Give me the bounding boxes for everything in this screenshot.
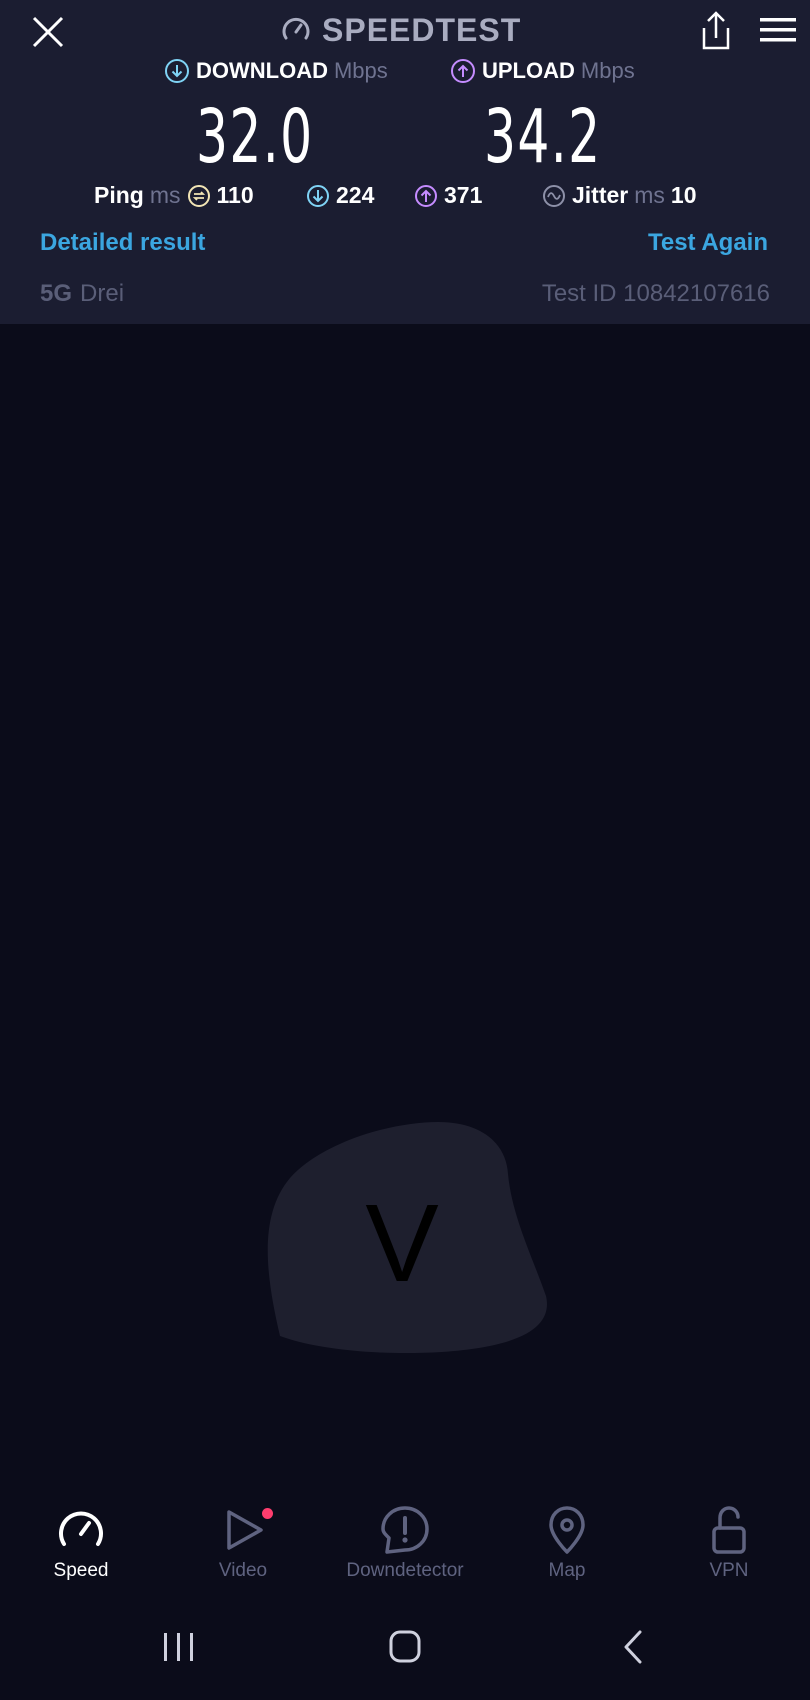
close-icon	[32, 16, 64, 48]
download-arrow-icon	[307, 184, 329, 207]
tab-video[interactable]: Video	[162, 1500, 324, 1595]
tab-label: Downdetector	[346, 1560, 464, 1581]
upload-label: UPLOAD	[482, 58, 575, 83]
carrier-info: 5G Drei	[40, 280, 124, 308]
menu-button[interactable]	[758, 14, 798, 46]
lock-icon	[712, 1506, 746, 1554]
tab-map[interactable]: Map	[486, 1500, 648, 1595]
ping-label: Ping	[94, 182, 144, 208]
bottom-tab-bar: Speed Video Downdetector Map VPN	[0, 1500, 810, 1595]
ping-idle-icon	[187, 184, 210, 207]
jitter-stat: Jitter ms 10	[542, 182, 697, 209]
home-button[interactable]	[360, 1600, 450, 1695]
speedometer-icon	[59, 1511, 103, 1546]
brand-name: SPEEDTEST	[322, 11, 522, 48]
ping-upload-stat: 371	[414, 182, 482, 209]
download-arrow-icon	[165, 59, 189, 83]
network-type: 5G	[40, 280, 73, 307]
ping-download-stat: 224	[306, 182, 374, 209]
notification-dot	[262, 1508, 273, 1519]
upload-header: UPLOAD Mbps	[450, 58, 635, 84]
upload-arrow-icon	[451, 59, 475, 83]
upload-value: 34.2	[484, 94, 602, 180]
jitter-label: Jitter	[572, 182, 629, 208]
back-icon	[624, 1630, 642, 1664]
back-button[interactable]	[588, 1600, 678, 1695]
recent-apps-icon	[164, 1633, 193, 1661]
tab-label: Map	[548, 1560, 586, 1581]
ping-upload-value: 371	[444, 182, 483, 208]
tab-speed[interactable]: Speed	[0, 1500, 162, 1595]
jitter-icon	[543, 184, 565, 207]
results-panel: SPEEDTEST DOWNLOAD Mbps UPLOAD Mbps 32.0…	[0, 0, 810, 324]
latency-stats: Ping ms 110 224 371 Jitter ms 10	[0, 182, 810, 212]
test-id: Test ID 10842107616	[541, 280, 770, 307]
alert-icon	[381, 1506, 429, 1554]
menu-icon	[760, 18, 796, 42]
recent-apps-button[interactable]	[134, 1600, 224, 1695]
map-pin-icon	[549, 1506, 585, 1554]
ping-idle-value: 110	[216, 182, 254, 208]
brand-logo: SPEEDTEST	[280, 10, 521, 50]
upload-arrow-icon	[415, 184, 437, 207]
download-value: 32.0	[196, 94, 314, 180]
operator-name: Drei	[80, 280, 125, 307]
jitter-value: 10	[670, 182, 697, 208]
tab-label: Speed	[53, 1560, 109, 1581]
detailed-result-link[interactable]: Detailed result	[40, 229, 205, 257]
ping-unit: ms	[149, 182, 181, 208]
tab-label: Video	[218, 1560, 268, 1581]
ad-badge-letter: V	[365, 1182, 439, 1305]
download-header: DOWNLOAD Mbps	[164, 58, 388, 84]
close-button[interactable]	[28, 12, 68, 52]
share-button[interactable]	[696, 10, 736, 52]
tab-downdetector[interactable]: Downdetector	[324, 1500, 486, 1595]
tab-vpn[interactable]: VPN	[648, 1500, 810, 1595]
tab-label: VPN	[709, 1560, 749, 1581]
download-unit: Mbps	[333, 58, 388, 83]
upload-unit: Mbps	[580, 58, 635, 83]
download-label: DOWNLOAD	[196, 58, 328, 83]
ping-download-value: 224	[336, 182, 375, 208]
jitter-unit: ms	[634, 182, 665, 208]
speedometer-icon	[282, 17, 310, 40]
test-again-link[interactable]: Test Again	[648, 229, 768, 257]
share-icon	[702, 11, 730, 50]
ping-stat: Ping ms 110	[94, 182, 254, 209]
system-navigation-bar	[0, 1600, 810, 1695]
home-icon	[389, 1630, 421, 1663]
